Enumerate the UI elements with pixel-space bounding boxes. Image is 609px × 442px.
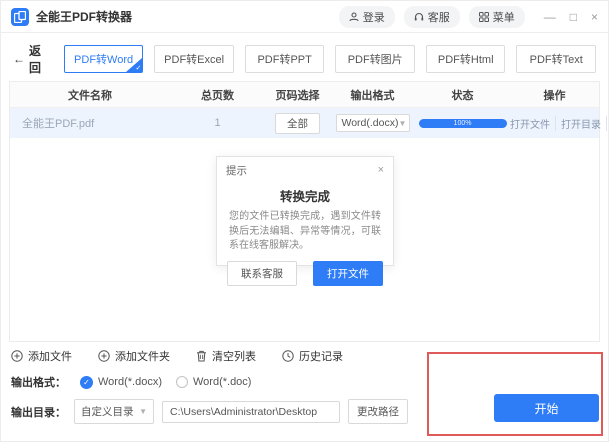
bottom-toolbar: 添加文件 添加文件夹 清空列表 — [11, 348, 343, 364]
table-row: 全能王PDF.pdf 1 全部 Word(.docx) ▼ 100% 打开文件 … — [10, 108, 599, 138]
open-dir-link[interactable]: 打开目录 — [555, 116, 601, 131]
minimize-button[interactable]: — — [544, 11, 556, 23]
history-button[interactable]: 历史记录 — [282, 348, 343, 364]
customer-service-label: 客服 — [428, 9, 450, 25]
dir-type-value: 自定义目录 — [81, 404, 134, 419]
tab-label: PDF转Html — [438, 54, 494, 66]
col-total-pages: 总页数 — [170, 87, 265, 103]
circle-plus-icon — [11, 350, 23, 362]
menu-button[interactable]: 菜单 — [469, 6, 525, 28]
titlebar: 全能王PDF转换器 登录 — [1, 1, 608, 33]
app-title: 全能王PDF转换器 — [36, 8, 132, 25]
app-window: 全能王PDF转换器 登录 — [0, 0, 609, 442]
add-file-button[interactable]: 添加文件 — [11, 348, 72, 364]
progress-bar: 100% — [419, 119, 507, 128]
radio-unchecked-icon — [176, 376, 188, 388]
circle-plus-icon — [98, 350, 110, 362]
clear-list-button[interactable]: 清空列表 — [196, 348, 256, 364]
dialog-title: 提示 — [226, 163, 247, 178]
file-name: 全能王PDF.pdf — [10, 115, 170, 131]
start-button[interactable]: 开始 — [494, 394, 599, 422]
titlebar-right: 登录 客服 — [339, 6, 598, 28]
contact-service-button[interactable]: 联系客服 — [227, 261, 297, 286]
tab-pdf-to-text[interactable]: PDF转Text — [516, 45, 596, 73]
progress-percent: 100% — [454, 120, 472, 127]
dir-path-field[interactable]: C:\Users\Administrator\Desktop — [162, 401, 340, 423]
row-format-select[interactable]: Word(.docx) ▼ — [336, 114, 410, 132]
back-arrow-icon: ← — [13, 52, 25, 66]
window-controls: — □ × — [544, 11, 598, 23]
tab-label: PDF转图片 — [348, 54, 403, 66]
change-path-button[interactable]: 更改路径 — [348, 399, 408, 424]
radio-doc-label: Word(*.doc) — [193, 376, 251, 388]
check-icon: ✓ — [135, 64, 141, 72]
radio-word-doc[interactable]: Word(*.doc) — [176, 376, 251, 388]
radio-word-docx[interactable]: ✓ Word(*.docx) — [80, 376, 162, 389]
maximize-button[interactable]: □ — [570, 11, 577, 23]
output-format-label: 输出格式： — [11, 374, 66, 390]
add-file-label: 添加文件 — [28, 348, 72, 364]
chevron-down-icon: ▼ — [399, 119, 407, 128]
history-label: 历史记录 — [299, 348, 343, 364]
page-select-button[interactable]: 全部 — [275, 113, 320, 134]
dialog-buttons: 联系客服 打开文件 — [217, 261, 393, 286]
headset-icon — [414, 12, 424, 22]
customer-service-button[interactable]: 客服 — [404, 6, 460, 28]
dialog-close-icon[interactable]: × — [378, 165, 384, 176]
tab-label: PDF转Word — [74, 54, 133, 66]
menu-label: 菜单 — [493, 9, 515, 25]
tab-pdf-to-image[interactable]: PDF转图片 — [335, 45, 415, 73]
col-output-format: 输出格式 — [330, 87, 415, 103]
open-file-link[interactable]: 打开文件 — [510, 116, 550, 131]
conversion-complete-dialog: 提示 × 转换完成 您的文件已转换完成，遇到文件转换后无法编辑、异常等情况，可联… — [216, 156, 394, 266]
clear-list-label: 清空列表 — [212, 348, 256, 364]
output-dir-row: 输出目录： 自定义目录 ▼ C:\Users\Administrator\Des… — [11, 399, 408, 424]
chevron-down-icon: ▼ — [139, 407, 147, 416]
col-actions: 操作 — [510, 87, 599, 103]
clock-icon — [282, 350, 294, 362]
row-actions: 打开文件 打开目录 删除 — [510, 116, 609, 131]
dir-type-select[interactable]: 自定义目录 ▼ — [74, 399, 154, 424]
tab-label: PDF转PPT — [257, 54, 311, 66]
col-page-select: 页码选择 — [265, 87, 330, 103]
dialog-header: 提示 × — [217, 157, 393, 182]
login-button[interactable]: 登录 — [339, 6, 395, 28]
tab-bar: ← 返回 PDF转Word ✓ PDF转Excel PDF转PPT PDF转图片… — [1, 33, 608, 72]
col-filename: 文件名称 — [10, 87, 170, 103]
col-status: 状态 — [415, 87, 510, 103]
login-label: 登录 — [363, 9, 385, 25]
dialog-body-text: 您的文件已转换完成，遇到文件转换后无法编辑、异常等情况，可联系在线客服解决。 — [217, 205, 393, 254]
grid-menu-icon — [479, 12, 489, 22]
dialog-heading: 转换完成 — [217, 186, 393, 205]
row-format-value: Word(.docx) — [342, 117, 399, 129]
back-label: 返回 — [29, 42, 51, 76]
tab-label: PDF转Excel — [164, 54, 224, 66]
tab-pdf-to-html[interactable]: PDF转Html — [426, 45, 506, 73]
tab-pdf-to-excel[interactable]: PDF转Excel — [154, 45, 234, 73]
titlebar-left: 全能王PDF转换器 — [11, 8, 132, 26]
tab-pdf-to-ppt[interactable]: PDF转PPT — [245, 45, 325, 73]
app-logo-icon — [11, 8, 29, 26]
tab-pdf-to-word[interactable]: PDF转Word ✓ — [64, 45, 144, 73]
output-dir-label: 输出目录： — [11, 404, 66, 420]
add-folder-label: 添加文件夹 — [115, 348, 170, 364]
trash-icon — [196, 350, 207, 362]
radio-docx-label: Word(*.docx) — [98, 376, 162, 388]
close-button[interactable]: × — [591, 11, 598, 23]
radio-checked-icon: ✓ — [80, 376, 93, 389]
table-header: 文件名称 总页数 页码选择 输出格式 状态 操作 — [10, 82, 599, 108]
dialog-open-file-button[interactable]: 打开文件 — [313, 261, 383, 286]
tab-label: PDF转Text — [530, 54, 583, 66]
total-pages-value: 1 — [170, 117, 265, 129]
output-format-row: 输出格式： ✓ Word(*.docx) Word(*.doc) — [11, 374, 251, 390]
user-icon — [349, 12, 359, 22]
add-folder-button[interactable]: 添加文件夹 — [98, 348, 170, 364]
back-button[interactable]: ← 返回 — [13, 42, 51, 76]
